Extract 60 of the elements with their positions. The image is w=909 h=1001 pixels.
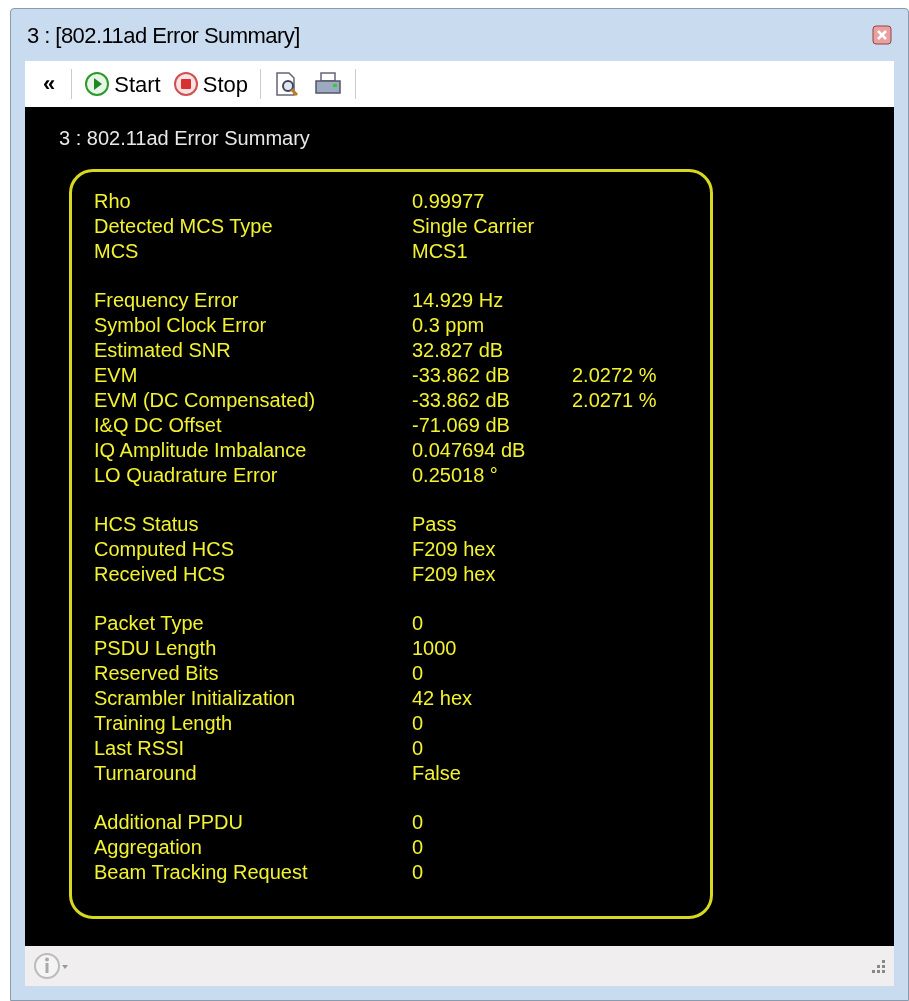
field-label: MCS xyxy=(94,238,140,264)
magnifier-page-icon xyxy=(273,70,301,98)
field-label: EVM (DC Compensated) xyxy=(94,387,317,413)
field-percent: 2.0271 % xyxy=(572,387,657,413)
field-value: Single Carrier xyxy=(412,213,536,239)
field-value: 0 xyxy=(412,834,425,860)
field-value: Pass xyxy=(412,511,458,537)
field-label: Turnaround xyxy=(94,760,198,786)
field-value: MCS1 xyxy=(412,238,469,264)
field-value: 0 xyxy=(412,610,425,636)
field-label: Detected MCS Type xyxy=(94,213,274,239)
field-value: 42 hex xyxy=(412,685,474,711)
field-label: Scrambler Initialization xyxy=(94,685,297,711)
field-value: 14.929 Hz xyxy=(412,287,505,313)
field-label: Estimated SNR xyxy=(94,337,232,363)
field-value: 1000 xyxy=(412,635,458,661)
field-label: Additional PPDU xyxy=(94,809,244,835)
field-value: 0 xyxy=(412,660,425,686)
field-value: False xyxy=(412,760,462,786)
field-value: 0 xyxy=(412,710,425,736)
field-label: I&Q DC Offset xyxy=(94,412,223,438)
stop-icon xyxy=(172,71,199,97)
field-label: Packet Type xyxy=(94,610,205,636)
field-value: 0.047694 dB xyxy=(412,437,527,463)
field-label: Received HCS xyxy=(94,561,227,587)
start-button[interactable]: Start xyxy=(80,67,165,101)
field-label: LO Quadrature Error xyxy=(94,462,279,488)
panel-title: 3 : 802.11ad Error Summary xyxy=(59,126,310,151)
field-label: Beam Tracking Request xyxy=(94,859,309,885)
field-label: Reserved Bits xyxy=(94,660,220,686)
field-value: -71.069 dB xyxy=(412,412,511,438)
collapse-button[interactable]: « xyxy=(35,73,64,95)
field-value: -33.862 dB xyxy=(412,362,511,388)
field-label: Symbol Clock Error xyxy=(94,312,268,338)
play-icon xyxy=(84,71,111,97)
field-label: Rho xyxy=(94,188,132,214)
field-value: 32.827 dB xyxy=(412,337,505,363)
resize-grip-icon xyxy=(870,958,886,974)
field-label: Computed HCS xyxy=(94,536,236,562)
field-value: F209 hex xyxy=(412,561,497,587)
field-value: -33.862 dB xyxy=(412,387,511,413)
field-value: 0 xyxy=(412,859,425,885)
field-value: 0.25018 ° xyxy=(412,462,499,488)
field-label: Aggregation xyxy=(94,834,203,860)
field-label: HCS Status xyxy=(94,511,200,537)
field-value: 0.3 ppm xyxy=(412,312,486,338)
field-percent: 2.0272 % xyxy=(572,362,657,388)
field-value: F209 hex xyxy=(412,536,497,562)
window-title: 3 : [802.11ad Error Summary] xyxy=(27,21,300,50)
field-label: PSDU Length xyxy=(94,635,218,661)
field-label: Training Length xyxy=(94,710,234,736)
field-label: IQ Amplitude Imbalance xyxy=(94,437,308,463)
field-value: 0 xyxy=(412,735,425,761)
field-value: 0 xyxy=(412,809,425,835)
field-label: EVM xyxy=(94,362,139,388)
field-value: 0.99977 xyxy=(412,188,486,214)
field-label: Last RSSI xyxy=(94,735,186,761)
stop-button[interactable]: Stop xyxy=(168,67,252,101)
close-icon[interactable] xyxy=(872,25,892,45)
field-label: Frequency Error xyxy=(94,287,240,313)
